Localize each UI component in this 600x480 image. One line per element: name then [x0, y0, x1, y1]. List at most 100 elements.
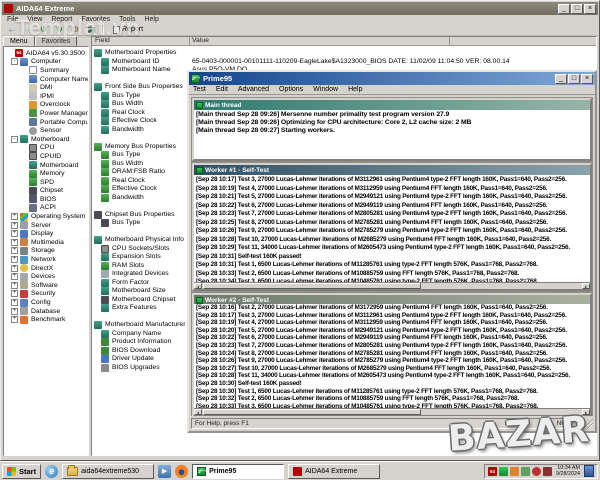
- column-field[interactable]: Field: [92, 37, 190, 45]
- scroll-right-icon[interactable]: [582, 409, 590, 415]
- expander-icon[interactable]: [11, 290, 18, 297]
- back-icon[interactable]: ←: [5, 24, 18, 35]
- tree-item[interactable]: Computer: [5, 58, 88, 67]
- taskbar-clock[interactable]: 10:34 AM 9/28/2024: [554, 465, 582, 477]
- menu-item[interactable]: Options: [279, 86, 303, 93]
- tray-prime95-icon[interactable]: [499, 467, 508, 476]
- firefox-icon[interactable]: [175, 465, 188, 478]
- update-icon[interactable]: ↻: [53, 24, 66, 35]
- menu-item[interactable]: View: [27, 16, 42, 23]
- minimize-button[interactable]: [558, 4, 570, 14]
- expander-icon[interactable]: [11, 247, 18, 254]
- expander-icon[interactable]: [11, 222, 18, 229]
- expander-icon[interactable]: [11, 58, 18, 65]
- start-button[interactable]: Start: [2, 464, 41, 479]
- scroll-thumb[interactable]: [203, 409, 421, 415]
- tray-aida64-icon[interactable]: [488, 467, 497, 476]
- prime95-close-button[interactable]: [581, 74, 593, 84]
- settings-icon[interactable]: ⚙: [69, 24, 82, 35]
- tree-item[interactable]: Motherboard: [5, 135, 88, 144]
- menu-item[interactable]: Advanced: [238, 86, 269, 93]
- tree-item[interactable]: Computer Name: [5, 75, 88, 84]
- tree-item[interactable]: DirectX: [5, 264, 88, 273]
- language-bar-icon[interactable]: [584, 465, 594, 477]
- tree-item[interactable]: Overclock: [5, 101, 88, 110]
- worker2-hscrollbar[interactable]: [194, 408, 590, 415]
- maximize-button[interactable]: [571, 4, 583, 14]
- tab-menu[interactable]: Menu: [3, 36, 35, 46]
- tree-item[interactable]: Sensor: [5, 126, 88, 135]
- tree-item[interactable]: IPMI: [5, 92, 88, 101]
- tree-item[interactable]: Software: [5, 281, 88, 290]
- tree-item[interactable]: Security: [5, 290, 88, 299]
- tree-item[interactable]: Benchmark: [5, 315, 88, 324]
- tab-favorites[interactable]: Favorites: [35, 36, 78, 46]
- menu-item[interactable]: Report: [51, 16, 72, 23]
- tree-item[interactable]: Database: [5, 307, 88, 316]
- expander-icon[interactable]: [11, 299, 18, 306]
- tree-item[interactable]: Multimedia: [5, 238, 88, 247]
- tree-item[interactable]: CPUID: [5, 152, 88, 161]
- tray-icon[interactable]: [510, 467, 519, 476]
- tray-icon[interactable]: [521, 467, 530, 476]
- menu-item[interactable]: Tools: [119, 16, 135, 23]
- tree-item[interactable]: Config: [5, 298, 88, 307]
- menu-item[interactable]: Edit: [216, 86, 228, 93]
- field-row[interactable]: Motherboard Properties: [92, 49, 596, 58]
- expander-icon[interactable]: [11, 230, 18, 237]
- expander-icon[interactable]: [11, 265, 18, 272]
- menu-item[interactable]: Favorites: [81, 16, 110, 23]
- worker1-hscrollbar[interactable]: [194, 282, 590, 289]
- tree-item[interactable]: Motherboard: [5, 161, 88, 170]
- expander-icon[interactable]: [11, 256, 18, 263]
- display-icon[interactable]: ▦: [85, 24, 98, 35]
- tree-item[interactable]: Server: [5, 221, 88, 230]
- tree-item[interactable]: ACPI: [5, 204, 88, 213]
- scroll-right-icon[interactable]: [582, 283, 590, 289]
- taskbar-prime95-button[interactable]: Prime95: [192, 464, 284, 479]
- taskbar-aida64-button[interactable]: AIDA64 Extreme: [288, 464, 380, 479]
- resize-grip[interactable]: [583, 418, 593, 429]
- tree-item[interactable]: SPD: [5, 178, 88, 187]
- worker1-titlebar[interactable]: Worker #1 - Self-Test: [194, 165, 590, 175]
- tree-item[interactable]: Summary: [5, 66, 88, 75]
- taskbar-folder-button[interactable]: aida64extreme530: [62, 464, 154, 479]
- forward-icon[interactable]: →: [21, 24, 34, 35]
- prime95-maximize-button[interactable]: [568, 74, 580, 84]
- tree-item[interactable]: CPU: [5, 144, 88, 153]
- tree-item[interactable]: BIOS: [5, 195, 88, 204]
- menu-item[interactable]: Help: [348, 86, 362, 93]
- tree-item[interactable]: Memory: [5, 169, 88, 178]
- menu-item[interactable]: Help: [144, 16, 158, 23]
- tray-icon[interactable]: [532, 467, 541, 476]
- menu-item[interactable]: Test: [193, 86, 206, 93]
- column-value[interactable]: Value: [190, 37, 450, 45]
- media-player-icon[interactable]: [158, 465, 171, 478]
- tree-item[interactable]: Display: [5, 229, 88, 238]
- expander-icon[interactable]: [11, 316, 18, 323]
- prime95-minimize-button[interactable]: [555, 74, 567, 84]
- tree-item[interactable]: Network: [5, 255, 88, 264]
- tree-item[interactable]: AIDA64 v5.30.3500: [5, 49, 88, 58]
- close-button[interactable]: [584, 4, 596, 14]
- tree-item[interactable]: Portable Computer: [5, 118, 88, 127]
- expander-icon[interactable]: [11, 213, 18, 220]
- expander-icon[interactable]: [11, 136, 18, 143]
- main-thread-titlebar[interactable]: Main thread: [194, 100, 590, 110]
- scroll-left-icon[interactable]: [194, 283, 202, 289]
- internet-explorer-icon[interactable]: [45, 465, 58, 478]
- tree-item[interactable]: Chipset: [5, 187, 88, 196]
- tree-item[interactable]: Operating System: [5, 212, 88, 221]
- scroll-left-icon[interactable]: [194, 409, 202, 415]
- expander-icon[interactable]: [11, 239, 18, 246]
- menu-item[interactable]: File: [7, 16, 18, 23]
- tree-item[interactable]: Devices: [5, 272, 88, 281]
- report-button[interactable]: Report: [109, 25, 147, 35]
- expander-icon[interactable]: [11, 273, 18, 280]
- menu-item[interactable]: Window: [313, 86, 338, 93]
- tree-item[interactable]: Storage: [5, 247, 88, 256]
- expander-icon[interactable]: [11, 282, 18, 289]
- expander-icon[interactable]: [11, 308, 18, 315]
- scroll-thumb[interactable]: [203, 283, 421, 289]
- tree-item[interactable]: DMI: [5, 83, 88, 92]
